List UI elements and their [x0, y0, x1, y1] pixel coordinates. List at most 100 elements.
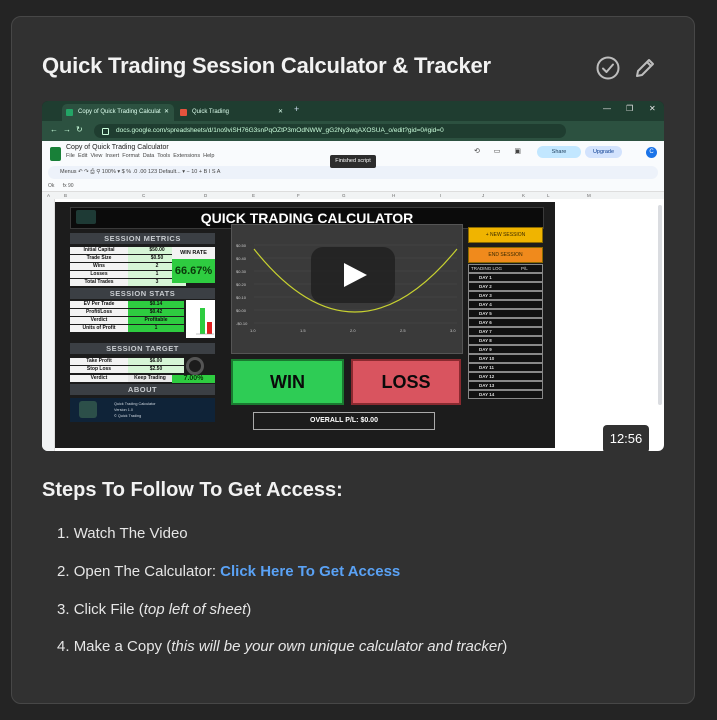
browser-tab-2[interactable]: Quick Trading ✕: [176, 104, 288, 121]
menu-format[interactable]: Format: [122, 153, 139, 159]
check-circle-icon[interactable]: [595, 55, 621, 81]
win-rate-value: 66.67%: [172, 259, 215, 283]
column-header[interactable]: G: [342, 193, 346, 198]
sheets-favicon-icon: [66, 109, 73, 116]
maximize-icon[interactable]: ❐: [626, 104, 633, 113]
tooltip: Finished script: [330, 155, 376, 168]
target-value[interactable]: $2.50: [128, 366, 184, 373]
column-header[interactable]: C: [142, 193, 145, 198]
column-header[interactable]: F: [297, 193, 300, 198]
trading-log-header: TRADING LOG P/L: [468, 264, 543, 273]
video-duration: 12:56: [603, 425, 649, 451]
column-header[interactable]: J: [482, 193, 484, 198]
column-header[interactable]: D: [204, 193, 207, 198]
sheet-scrollbar[interactable]: [658, 205, 662, 405]
y-tick-label: $0.20: [236, 282, 247, 287]
win-button[interactable]: WIN: [231, 359, 344, 405]
win-loss-mini-chart: [186, 300, 215, 338]
upgrade-button[interactable]: Upgrade: [585, 146, 622, 158]
section-header: SESSION TARGET: [70, 343, 215, 354]
page-title: Quick Trading Session Calculator & Track…: [42, 53, 491, 78]
log-day-row: DAY 6: [468, 318, 543, 327]
loss-button[interactable]: LOSS: [351, 359, 461, 405]
browser-tab-title: Quick Trading: [192, 109, 230, 115]
history-icons[interactable]: ⟲ ▭ ▣: [474, 147, 527, 155]
x-tick-label: 1.0: [250, 328, 256, 333]
doc-title[interactable]: Copy of Quick Trading Calculator: [66, 144, 169, 151]
close-tab-icon[interactable]: ✕: [164, 104, 169, 121]
column-header[interactable]: A: [47, 193, 50, 198]
log-day-row: DAY 10: [468, 354, 543, 363]
menu-edit[interactable]: Edit: [78, 153, 87, 159]
win-rate-label: WIN RATE: [172, 247, 215, 259]
step-text: Watch The Video: [73, 525, 188, 542]
pencil-icon[interactable]: [632, 55, 658, 81]
menu-data[interactable]: Data: [143, 153, 155, 159]
menu-view[interactable]: View: [90, 153, 102, 159]
menu-extensions[interactable]: Extensions: [173, 153, 200, 159]
metric-label: Losses: [70, 271, 128, 278]
x-tick-label: 2.0: [350, 328, 356, 333]
close-window-icon[interactable]: ✕: [649, 104, 656, 113]
sheets-header: Copy of Quick Trading Calculator File Ed…: [42, 141, 664, 200]
overall-pl: OVERALL P/L: $0.00: [253, 412, 435, 430]
column-header[interactable]: H: [392, 193, 395, 198]
cell-reference[interactable]: Ok: [48, 183, 54, 189]
step-text: ): [502, 638, 508, 655]
target-value[interactable]: $6.00: [128, 358, 184, 365]
wins-bar: [200, 308, 205, 334]
url-field[interactable]: docs.google.com/spreadsheets/d/1no9viSH7…: [94, 124, 566, 138]
minimize-icon[interactable]: —: [603, 104, 611, 113]
lock-icon: [102, 128, 109, 135]
menu-tools[interactable]: Tools: [157, 153, 170, 159]
step-number: 2.: [57, 563, 70, 580]
log-day-row: DAY 4: [468, 300, 543, 309]
sheet-grid[interactable]: QUICK TRADING CALCULATOR SESSION METRICS…: [42, 199, 664, 451]
stat-label: Profit/Loss: [70, 309, 128, 316]
menu-file[interactable]: File: [66, 153, 75, 159]
target-progress: 7.00%: [172, 375, 215, 383]
avatar[interactable]: C: [646, 147, 657, 158]
new-tab-icon[interactable]: +: [294, 104, 299, 114]
step-text: Open The Calculator:: [73, 563, 221, 580]
stat-value: $0.14: [128, 301, 184, 308]
step-text: ): [246, 601, 252, 618]
x-tick-label: 2.5: [400, 328, 406, 333]
column-header[interactable]: L: [547, 193, 550, 198]
step-item: 2. Open The Calculator: Click Here To Ge…: [57, 563, 400, 580]
column-header[interactable]: B: [64, 193, 67, 198]
step-item: 1. Watch The Video: [57, 525, 188, 542]
column-header[interactable]: E: [252, 193, 255, 198]
log-day-row: DAY 11: [468, 363, 543, 372]
get-access-link[interactable]: Click Here To Get Access: [220, 563, 400, 580]
sheets-menubar: File Edit View Insert Format Data Tools …: [66, 153, 214, 159]
share-button[interactable]: Share: [537, 146, 581, 158]
x-tick-label: 1.5: [300, 328, 306, 333]
menu-help[interactable]: Help: [203, 153, 214, 159]
y-tick-label: $0.40: [236, 256, 247, 261]
play-button[interactable]: [311, 247, 395, 303]
new-session-button[interactable]: + NEW SESSION: [468, 227, 543, 243]
nav-buttons[interactable]: ←→↻: [50, 125, 88, 134]
y-tick-label: $0.00: [236, 308, 247, 313]
section-header: SESSION METRICS: [70, 233, 215, 244]
formula-bar[interactable]: Ok fx 90: [42, 182, 664, 191]
steps-title: Steps To Follow To Get Access:: [42, 479, 343, 501]
log-day-row: DAY 8: [468, 336, 543, 345]
browser-tab-1[interactable]: Copy of Quick Trading Calculat ✕: [62, 104, 174, 121]
column-header[interactable]: M: [587, 193, 591, 198]
column-header[interactable]: I: [440, 193, 441, 198]
step-item: 4. Make a Copy (this will be your own un…: [57, 638, 507, 655]
browser-tab-bar: Copy of Quick Trading Calculat ✕ Quick T…: [42, 101, 664, 121]
close-tab-icon[interactable]: ✕: [278, 104, 283, 121]
stat-label: Verdict: [70, 317, 128, 324]
section-header: ABOUT: [70, 384, 215, 395]
video-player[interactable]: Copy of Quick Trading Calculat ✕ Quick T…: [42, 101, 664, 451]
end-session-button[interactable]: END SESSION: [468, 247, 543, 263]
metric-label: Initial Capital: [70, 247, 128, 254]
menu-insert[interactable]: Insert: [105, 153, 119, 159]
column-header[interactable]: K: [522, 193, 525, 198]
about-box: Quick Trading Calculator Version 1.0 © Q…: [70, 398, 215, 422]
content-card: Quick Trading Session Calculator & Track…: [11, 16, 695, 704]
step-note: this will be your own unique calculator …: [171, 638, 503, 655]
